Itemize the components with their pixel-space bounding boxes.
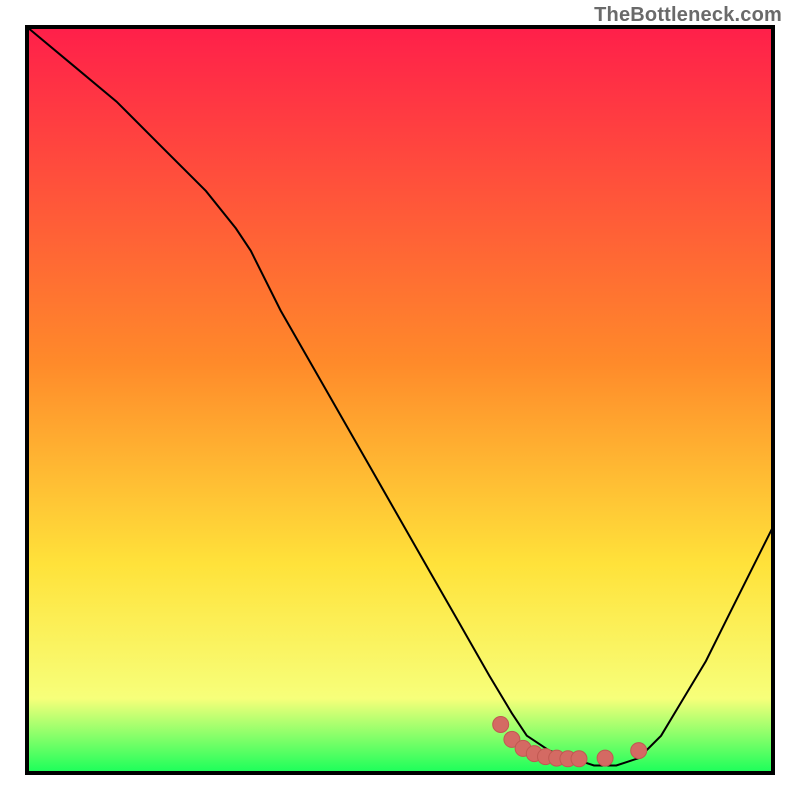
curve-marker <box>597 750 613 766</box>
curve-marker <box>493 717 509 733</box>
curve-marker <box>571 751 587 767</box>
watermark-text: TheBottleneck.com <box>594 4 782 27</box>
plot-background <box>27 27 773 773</box>
curve-marker <box>631 743 647 759</box>
chart-container: { "watermark": "TheBottleneck.com", "col… <box>0 0 800 800</box>
chart-svg <box>0 0 800 800</box>
